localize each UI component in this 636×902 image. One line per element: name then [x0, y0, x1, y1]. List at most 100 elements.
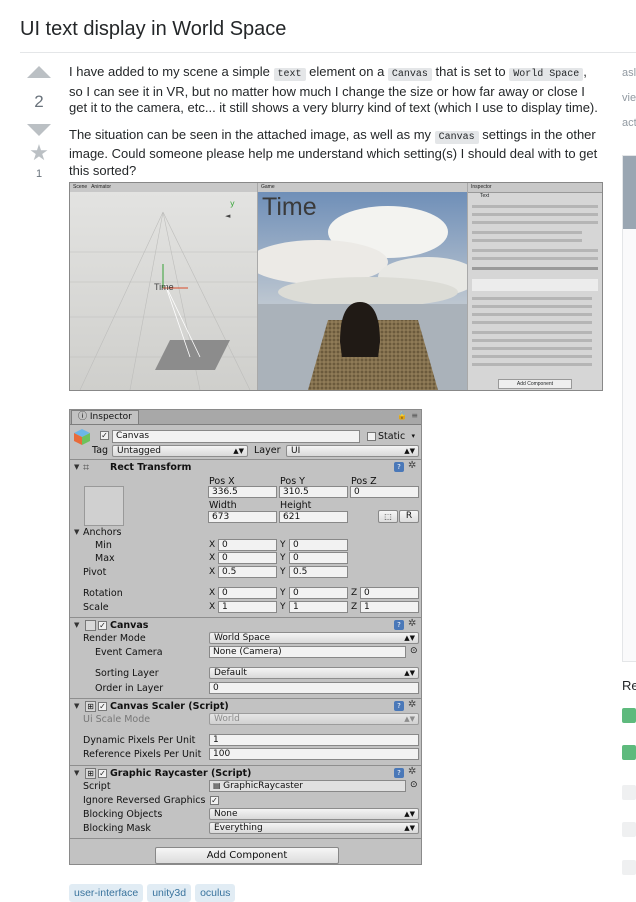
order-in-layer-field[interactable]: 0 [209, 682, 419, 694]
raw-edit-button[interactable]: R [399, 510, 419, 523]
help-icon[interactable]: ? [394, 620, 404, 630]
related-score-badge[interactable] [622, 860, 636, 875]
related-score-badge[interactable] [622, 745, 636, 760]
related-score-badge[interactable] [622, 708, 636, 723]
scale-x-field[interactable]: 1 [218, 601, 277, 613]
anchor-min-x-field[interactable]: 0 [218, 539, 277, 551]
mini-row [472, 249, 598, 252]
vote-panel: 2 ★ 1 [24, 66, 54, 180]
related-score-badge[interactable] [622, 785, 636, 800]
tag-unity3d[interactable]: unity3d [147, 884, 192, 902]
canvas-scaler-enabled-checkbox[interactable]: ✓ [98, 702, 107, 711]
pos-y-field[interactable]: 310.5 [279, 486, 348, 498]
canvas-component-icon [85, 620, 96, 631]
script-field[interactable]: ▤ GraphicRaycaster [209, 780, 406, 792]
canvas-inspector-screenshot: ⓘ Inspector 🔒 ≡ ✓ Canvas Static ▾ Tag Un… [69, 409, 422, 865]
rotation-z-field[interactable]: 0 [360, 587, 419, 599]
rotation-label: Rotation [83, 588, 123, 599]
pivot-x-field[interactable]: 0.5 [218, 566, 277, 578]
scale-z-field[interactable]: 1 [360, 601, 419, 613]
event-camera-field[interactable]: None (Camera) [209, 646, 406, 658]
ignore-reversed-checkbox[interactable]: ✓ [210, 796, 219, 805]
scene-time-text: Time [154, 282, 174, 292]
separator [70, 459, 421, 460]
reference-pixels-field[interactable]: 100 [209, 748, 419, 760]
downvote-arrow-icon[interactable] [27, 124, 51, 136]
foldout-arrow-icon[interactable]: ▼ [74, 463, 79, 471]
gear-icon[interactable]: ✲ [408, 699, 416, 710]
game-time-text: Time [262, 193, 317, 221]
rect-transform-icon: ⌗ [83, 461, 90, 474]
anchor-max-y-field[interactable]: 0 [289, 552, 348, 564]
anchor-preset-icon[interactable] [84, 486, 124, 526]
graphic-raycaster-title: Graphic Raycaster (Script) [110, 768, 252, 779]
sorting-layer-dropdown[interactable]: Default ▲▼ [209, 667, 419, 679]
blocking-mask-dropdown[interactable]: Everything ▲▼ [209, 822, 419, 834]
foldout-arrow-icon[interactable]: ▼ [74, 769, 79, 777]
object-picker-icon[interactable]: ⊙ [410, 646, 418, 656]
canvas-title: Canvas [110, 620, 149, 631]
separator [70, 617, 421, 618]
pos-z-field[interactable]: 0 [350, 486, 419, 498]
object-picker-icon[interactable]: ⊙ [410, 780, 418, 790]
scene-view: Scene Animator y ◄ Time [70, 183, 257, 390]
mini-row [472, 205, 598, 208]
question-title[interactable]: UI text display in World Space [20, 18, 286, 41]
tag-oculus[interactable]: oculus [195, 884, 236, 902]
rect-transform-title: Rect Transform [110, 462, 192, 473]
width-label: Width [209, 500, 237, 511]
sidebar-ad-panel[interactable] [622, 155, 636, 662]
canvas-enabled-checkbox[interactable]: ✓ [98, 621, 107, 630]
related-score-badge[interactable] [622, 822, 636, 837]
gear-icon[interactable]: ✲ [408, 460, 416, 471]
mini-row [472, 347, 592, 350]
lock-icon[interactable]: 🔒 [397, 411, 407, 420]
anchor-min-y-field[interactable]: 0 [289, 539, 348, 551]
ignore-reversed-label: Ignore Reversed Graphics [83, 795, 206, 806]
mini-row [472, 213, 598, 216]
menu-icon[interactable]: ≡ [411, 411, 418, 420]
foldout-arrow-icon[interactable]: ▼ [74, 621, 79, 629]
render-mode-dropdown[interactable]: World Space ▲▼ [209, 632, 419, 644]
axis-x-label: X [209, 567, 216, 577]
favorite-star-icon[interactable]: ★ [24, 142, 54, 164]
rotation-y-field[interactable]: 0 [289, 587, 348, 599]
static-checkbox[interactable] [367, 432, 376, 441]
anchors-max-label: Max [95, 553, 115, 564]
help-icon[interactable]: ? [394, 768, 404, 778]
anchors-min-label: Min [95, 540, 112, 551]
graphic-raycaster-enabled-checkbox[interactable]: ✓ [98, 769, 107, 778]
script-file-icon: ▤ [213, 781, 224, 790]
blocking-objects-dropdown[interactable]: None ▲▼ [209, 808, 419, 820]
gear-icon[interactable]: ✲ [408, 618, 416, 629]
pivot-y-field[interactable]: 0.5 [289, 566, 348, 578]
separator [70, 765, 421, 766]
blueprint-mode-button[interactable]: ⬚ [378, 510, 398, 523]
inspector-tab[interactable]: ⓘ Inspector [71, 410, 139, 424]
tag-user-interface[interactable]: user-interface [69, 884, 144, 902]
blocking-objects-label: Blocking Objects [83, 809, 163, 820]
axis-y-label: Y [280, 567, 286, 577]
pos-x-field[interactable]: 336.5 [208, 486, 277, 498]
add-component-button[interactable]: Add Component [155, 847, 339, 864]
graphic-raycaster-icon: ⊞ [85, 768, 96, 779]
static-dropdown[interactable]: ▾ [402, 431, 418, 443]
help-icon[interactable]: ? [394, 462, 404, 472]
width-field[interactable]: 673 [208, 511, 277, 523]
upvote-arrow-icon[interactable] [27, 66, 51, 78]
tag-dropdown[interactable]: Untagged ▲▼ [112, 445, 248, 457]
scale-y-field[interactable]: 1 [289, 601, 348, 613]
mini-row [472, 321, 592, 324]
help-icon[interactable]: ? [394, 701, 404, 711]
object-name-field[interactable]: Canvas [112, 430, 360, 443]
layer-dropdown[interactable]: UI ▲▼ [286, 445, 419, 457]
anchor-max-x-field[interactable]: 0 [218, 552, 277, 564]
active-checkbox[interactable]: ✓ [100, 431, 109, 440]
rotation-x-field[interactable]: 0 [218, 587, 277, 599]
ui-scale-mode-dropdown: World ▲▼ [209, 713, 419, 725]
dynamic-pixels-field[interactable]: 1 [209, 734, 419, 746]
foldout-arrow-icon[interactable]: ▼ [74, 702, 79, 710]
gear-icon[interactable]: ✲ [408, 766, 416, 777]
height-field[interactable]: 621 [279, 511, 348, 523]
anchors-foldout-icon[interactable]: ▼ [74, 528, 79, 536]
